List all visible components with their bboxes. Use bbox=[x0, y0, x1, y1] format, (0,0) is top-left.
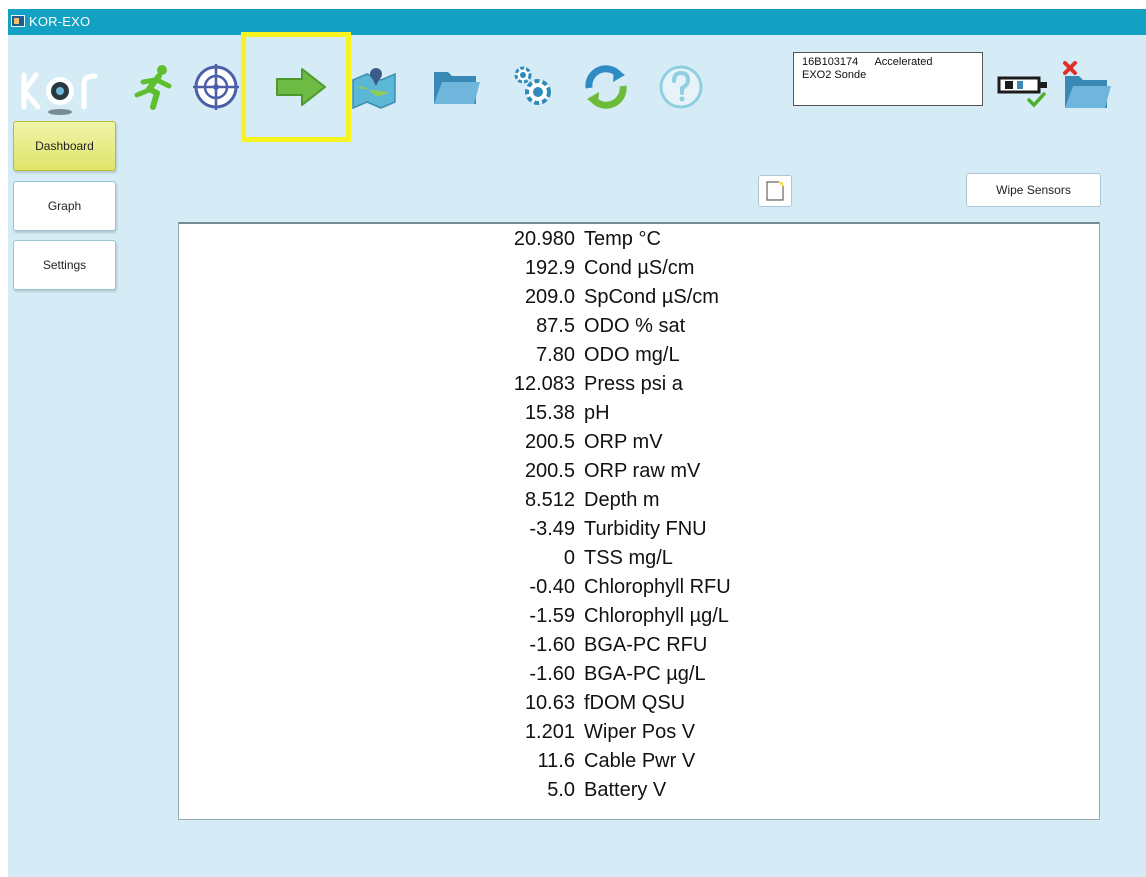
reading-label: Battery V bbox=[584, 779, 667, 801]
app-icon bbox=[11, 15, 25, 27]
reading-row: -0.40 Chlorophyll RFU bbox=[179, 576, 1101, 605]
sync-icon bbox=[585, 65, 627, 109]
reading-label: Press psi a bbox=[584, 373, 683, 395]
note-icon bbox=[766, 181, 784, 201]
device-name: EXO2 Sonde bbox=[802, 69, 867, 81]
reading-row: 200.5 ORP mV bbox=[179, 431, 1101, 460]
reading-label: Cable Pwr V bbox=[584, 750, 696, 772]
reading-value: 192.9 bbox=[524, 257, 575, 279]
reading-label: Chlorophyll RFU bbox=[584, 576, 731, 598]
reading-value: 0 bbox=[563, 547, 575, 569]
calibrate-button[interactable] bbox=[188, 59, 244, 115]
reading-label: fDOM QSU bbox=[584, 692, 686, 714]
reading-label: ORP mV bbox=[584, 431, 663, 453]
reading-value: -1.59 bbox=[529, 605, 575, 627]
reading-row: 20.980 Temp °C bbox=[179, 228, 1101, 257]
reading-row: -3.49 Turbidity FNU bbox=[179, 518, 1101, 547]
note-button[interactable] bbox=[758, 175, 792, 207]
options-button[interactable] bbox=[505, 59, 561, 115]
sidebar-item-settings[interactable]: Settings bbox=[13, 240, 116, 290]
reading-row: 11.6 Cable Pwr V bbox=[179, 750, 1101, 779]
reading-row: 0 TSS mg/L bbox=[179, 547, 1101, 576]
help-icon bbox=[659, 65, 703, 109]
sync-button[interactable] bbox=[578, 59, 634, 115]
data-button[interactable] bbox=[428, 59, 484, 115]
sites-button[interactable] bbox=[346, 59, 402, 115]
sonde-connected-icon bbox=[997, 76, 1047, 108]
reading-row: 200.5 ORP raw mV bbox=[179, 460, 1101, 489]
reading-row: 8.512 Depth m bbox=[179, 489, 1101, 518]
reading-row: -1.60 BGA-PC RFU bbox=[179, 634, 1101, 663]
reading-value: 12.083 bbox=[513, 373, 575, 395]
reading-value: 15.38 bbox=[524, 402, 575, 424]
reading-label: pH bbox=[584, 402, 610, 424]
app-window: KOR-EXO 16B103174 Accelerated EXO2 Sonde… bbox=[8, 9, 1146, 877]
title-bar: KOR-EXO bbox=[8, 9, 1146, 35]
reading-value: 7.80 bbox=[536, 344, 575, 366]
sidebar-item-graph[interactable]: Graph bbox=[13, 181, 116, 231]
reading-value: 200.5 bbox=[524, 460, 575, 482]
reading-value: 11.6 bbox=[537, 750, 575, 772]
readings-panel: 20.980 Temp °C 192.9 Cond µS/cm 209.0 SpCond … bbox=[178, 222, 1100, 820]
reading-label: Depth m bbox=[584, 489, 660, 511]
reading-label: Chlorophyll µg/L bbox=[584, 605, 729, 627]
device-mode: Accelerated bbox=[874, 56, 933, 68]
reading-label: ODO % sat bbox=[584, 315, 686, 337]
reading-value: -1.60 bbox=[529, 663, 575, 685]
device-serial: 16B103174 bbox=[802, 56, 859, 68]
reading-value: 20.980 bbox=[513, 228, 575, 250]
window-title: KOR-EXO bbox=[29, 14, 91, 29]
run-button[interactable] bbox=[126, 59, 182, 115]
help-button[interactable] bbox=[653, 59, 709, 115]
data-icon bbox=[434, 72, 480, 104]
reading-value: -0.40 bbox=[529, 576, 575, 598]
highlight-box bbox=[241, 32, 351, 142]
reading-value: -1.60 bbox=[529, 634, 575, 656]
reading-row: 15.38 pH bbox=[179, 402, 1101, 431]
reading-label: ODO mg/L bbox=[584, 344, 680, 366]
reading-label: TSS mg/L bbox=[584, 547, 673, 569]
reading-row: 10.63 fDOM QSU bbox=[179, 692, 1101, 721]
sites-icon bbox=[352, 68, 396, 110]
connection-button[interactable] bbox=[996, 59, 1052, 115]
reading-row: -1.59 Chlorophyll µg/L bbox=[179, 605, 1101, 634]
device-info-panel: 16B103174 Accelerated EXO2 Sonde bbox=[793, 52, 983, 106]
reading-value: 209.0 bbox=[524, 286, 575, 308]
options-icon bbox=[514, 66, 551, 105]
reading-row: 5.0 Battery V bbox=[179, 779, 1101, 808]
reading-value: 10.63 bbox=[524, 692, 575, 714]
reading-row: 1.201 Wiper Pos V bbox=[179, 721, 1101, 750]
calibrate-icon bbox=[193, 64, 239, 110]
reading-label: ORP raw mV bbox=[584, 460, 701, 482]
reading-value: 200.5 bbox=[524, 431, 575, 453]
reading-value: 5.0 bbox=[547, 779, 575, 801]
kor-logo bbox=[20, 67, 120, 119]
reading-label: Turbidity FNU bbox=[584, 518, 707, 540]
reading-label: BGA-PC µg/L bbox=[584, 663, 706, 685]
reading-value: 1.201 bbox=[524, 721, 575, 743]
reading-value: 87.5 bbox=[536, 315, 575, 337]
close-folder-icon bbox=[1063, 61, 1111, 108]
wipe-sensors-button[interactable]: Wipe Sensors bbox=[966, 173, 1101, 207]
sidebar-item-dashboard[interactable]: Dashboard bbox=[13, 121, 116, 171]
reading-label: Wiper Pos V bbox=[584, 721, 696, 743]
reading-value: -3.49 bbox=[529, 518, 575, 540]
reading-value: 8.512 bbox=[524, 489, 575, 511]
reading-row: 7.80 ODO mg/L bbox=[179, 344, 1101, 373]
reading-row: -1.60 BGA-PC µg/L bbox=[179, 663, 1101, 692]
run-icon bbox=[134, 65, 172, 110]
close-file-button[interactable] bbox=[1058, 59, 1114, 115]
reading-label: Cond µS/cm bbox=[584, 257, 695, 279]
reading-row: 192.9 Cond µS/cm bbox=[179, 257, 1101, 286]
reading-label: SpCond µS/cm bbox=[584, 286, 719, 308]
reading-row: 209.0 SpCond µS/cm bbox=[179, 286, 1101, 315]
reading-row: 87.5 ODO % sat bbox=[179, 315, 1101, 344]
reading-label: Temp °C bbox=[584, 228, 661, 250]
reading-row: 12.083 Press psi a bbox=[179, 373, 1101, 402]
reading-label: BGA-PC RFU bbox=[584, 634, 708, 656]
